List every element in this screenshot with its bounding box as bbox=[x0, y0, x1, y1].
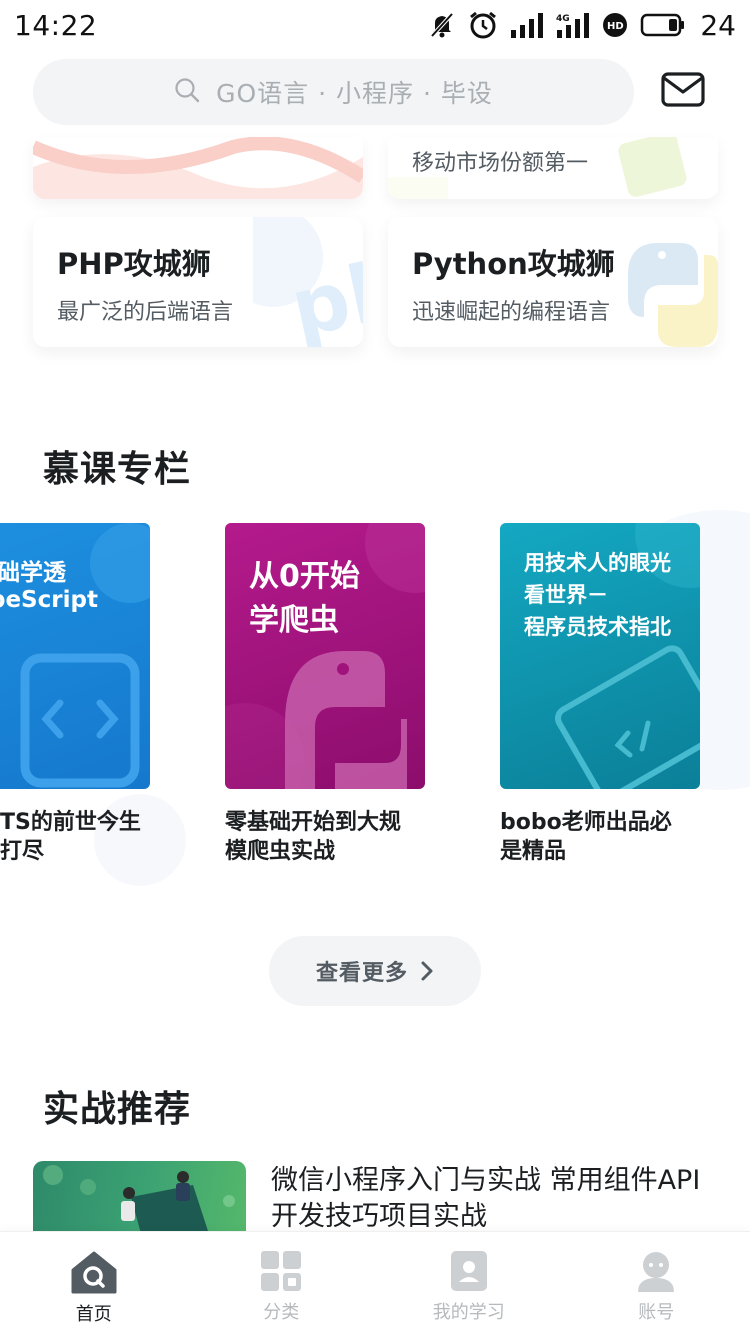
search-header: GO语言 · 小程序 · 毕设 bbox=[0, 56, 750, 128]
course-title[interactable]: 微信小程序入门与实战 常用组件API开发技巧项目实战 bbox=[271, 1163, 711, 1235]
nav-label: 首页 bbox=[75, 1304, 112, 1325]
column-cover[interactable]: 用技术人的眼光 看世界－ 程序员技术指北 bbox=[500, 523, 700, 789]
column-caption-line: 是精品 bbox=[500, 839, 567, 864]
column-caption[interactable]: 零基础开始到大规 模爬虫实战 bbox=[225, 808, 425, 866]
column-cover-line: 基础学透 bbox=[0, 560, 66, 586]
alarm-icon bbox=[468, 10, 498, 40]
category-title: Python攻城狮 bbox=[412, 247, 615, 281]
view-more-label: 查看更多 bbox=[315, 961, 408, 986]
column-cover[interactable]: 从0开始 学爬虫 bbox=[225, 523, 425, 789]
home-page: 14:22 4G HD 24 GO语言 · 小程序 · 毕设 移动市场份额第一 … bbox=[0, 0, 750, 1333]
svg-text:4G: 4G bbox=[556, 14, 570, 24]
chevron-right-icon bbox=[421, 961, 433, 981]
column-cover[interactable]: 基础学透 ypeScript bbox=[0, 523, 150, 789]
nav-item-account[interactable]: 账号 bbox=[563, 1232, 750, 1333]
php-logo-icon: ph bbox=[253, 217, 363, 347]
signal-icon bbox=[510, 12, 544, 38]
nav-label: 我的学习 bbox=[432, 1302, 505, 1323]
course-thumbnail[interactable] bbox=[33, 1161, 246, 1236]
column-cover-line: 从0开始 bbox=[249, 559, 360, 594]
column-caption-line: 模爬虫实战 bbox=[225, 839, 336, 864]
column-cover-line: 用技术人的眼光 bbox=[524, 551, 671, 575]
column-cover-line: 看世界－ bbox=[524, 583, 608, 607]
column-caption[interactable]: TS的前世今生 打尽 bbox=[0, 808, 200, 866]
svg-text:HD: HD bbox=[607, 21, 624, 32]
search-placeholder: GO语言 · 小程序 · 毕设 bbox=[216, 79, 493, 108]
nav-label: 分类 bbox=[263, 1302, 300, 1323]
column-cover-line: ypeScript bbox=[0, 587, 98, 613]
category-grid-icon bbox=[261, 1251, 302, 1291]
python-logo-icon bbox=[628, 243, 718, 347]
column-cover-line: 程序员技术指北 bbox=[524, 615, 671, 639]
nav-label: 账号 bbox=[638, 1302, 675, 1323]
category-card-python[interactable]: Python攻城狮 迅速崛起的编程语言 bbox=[388, 217, 718, 347]
status-bar: 14:22 4G HD 24 bbox=[0, 0, 750, 50]
column-caption-line: bobo老师出品必 bbox=[500, 810, 672, 835]
nav-item-my-learning[interactable]: 我的学习 bbox=[375, 1232, 563, 1333]
category-subtitle: 最广泛的后端语言 bbox=[57, 300, 234, 325]
signal-4g-icon: 4G bbox=[556, 12, 590, 38]
mail-icon bbox=[661, 72, 705, 107]
category-subtitle: 迅速崛起的编程语言 bbox=[412, 300, 611, 325]
battery-level: 24 bbox=[700, 8, 736, 42]
my-learning-icon bbox=[450, 1251, 487, 1291]
status-time: 14:22 bbox=[14, 8, 98, 42]
home-icon bbox=[71, 1251, 117, 1294]
bottom-nav: 首页 分类 我的学习 账号 bbox=[0, 1231, 750, 1333]
hd-icon: HD bbox=[602, 12, 628, 38]
mute-bell-icon bbox=[428, 11, 456, 39]
nav-item-home[interactable]: 首页 bbox=[0, 1232, 188, 1333]
category-card-php[interactable]: ph PHP攻城狮 最广泛的后端语言 bbox=[33, 217, 363, 347]
column-caption-line: TS的前世今生 bbox=[0, 810, 141, 835]
section-title-recommend: 实战推荐 bbox=[43, 1089, 192, 1130]
search-icon bbox=[174, 77, 216, 107]
column-cover-line: 学爬虫 bbox=[249, 603, 339, 638]
category-card-partial[interactable] bbox=[33, 137, 363, 199]
account-icon bbox=[638, 1252, 675, 1292]
view-more-button[interactable]: 查看更多 bbox=[269, 936, 481, 1006]
nav-item-category[interactable]: 分类 bbox=[188, 1232, 376, 1333]
category-title: PHP攻城狮 bbox=[57, 247, 211, 281]
section-title-columns: 慕课专栏 bbox=[43, 449, 192, 490]
status-icons: 4G HD 24 bbox=[428, 9, 736, 42]
category-subtitle: 移动市场份额第一 bbox=[412, 151, 589, 176]
mail-button[interactable] bbox=[660, 70, 706, 110]
battery-icon bbox=[640, 12, 686, 38]
column-caption-line: 打尽 bbox=[0, 839, 45, 864]
search-input[interactable]: GO语言 · 小程序 · 毕设 bbox=[33, 59, 634, 125]
column-caption-line: 零基础开始到大规 bbox=[225, 810, 402, 835]
category-card-partial[interactable]: 移动市场份额第一 bbox=[388, 137, 718, 199]
column-caption[interactable]: bobo老师出品必 是精品 bbox=[500, 808, 700, 866]
